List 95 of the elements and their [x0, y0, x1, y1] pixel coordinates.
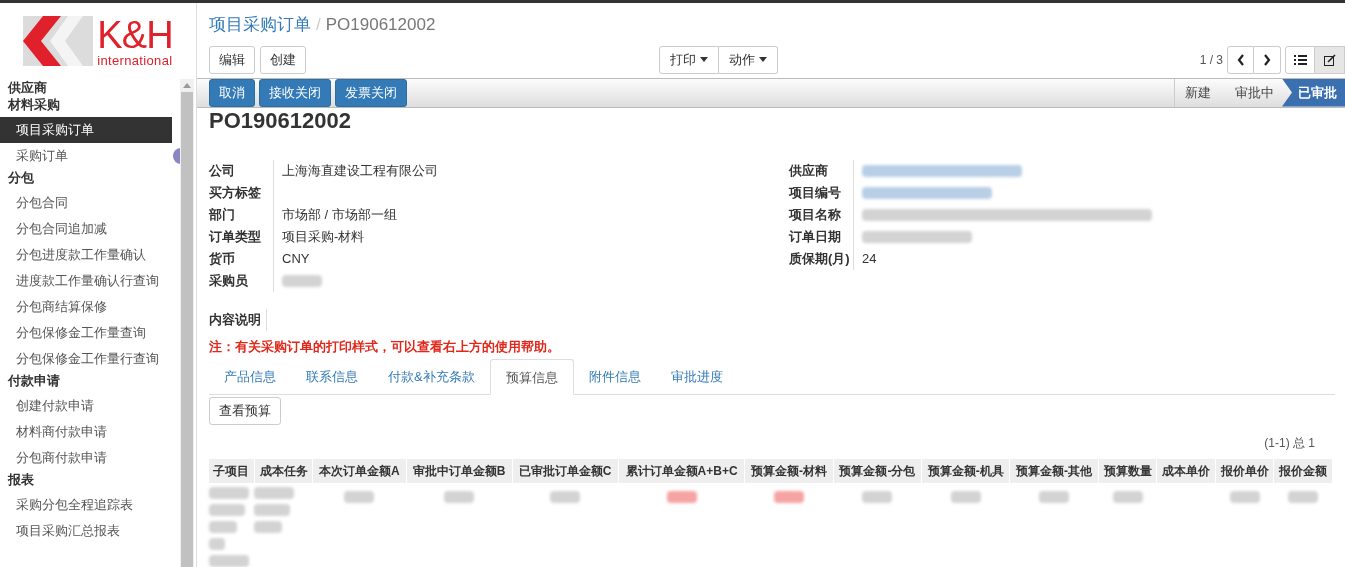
field-value: 市场部 / 市场部一组: [282, 205, 397, 224]
breadcrumb-current: PO190612002: [325, 15, 436, 34]
edit-icon: [1323, 53, 1336, 66]
blurred-value: [209, 504, 245, 516]
column-header[interactable]: 预算金额-机具: [921, 459, 1010, 483]
sidebar-item[interactable]: 项目采购订单: [0, 117, 172, 143]
blurred-value: [209, 521, 237, 533]
field-label: 项目编号: [789, 183, 842, 202]
sidebar-section-title: 分包: [7, 169, 35, 187]
sidebar-item[interactable]: 分包保修金工作量查询: [0, 320, 172, 346]
column-header[interactable]: 审批中订单金额B: [406, 459, 513, 483]
view-button[interactable]: [1285, 45, 1315, 74]
breadcrumb-separator: /: [316, 15, 321, 34]
field-label: 供应商: [789, 161, 829, 180]
previous-button[interactable]: [1227, 45, 1254, 74]
tab[interactable]: 预算信息: [489, 359, 574, 395]
view-budget-button[interactable]: 查看预算: [209, 397, 281, 425]
field-label: 质保期(月): [789, 249, 851, 268]
sidebar-item[interactable]: 创建付款申请: [0, 393, 172, 419]
column-header[interactable]: 预算数量: [1098, 459, 1157, 483]
scrollbar[interactable]: [180, 79, 194, 567]
tab[interactable]: 产品信息: [209, 359, 291, 395]
logo-subtitle: international: [97, 53, 173, 67]
field-label: 采购员: [209, 271, 249, 290]
sidebar-item[interactable]: 分包商付款申请: [0, 445, 172, 471]
blurred-value: [209, 538, 225, 550]
pager-text: 1 / 3: [1199, 51, 1223, 69]
sidebar-section-title: 供应商: [6, 79, 48, 96]
action-button[interactable]: 发票关闭: [335, 78, 407, 107]
print-note: 注：有关采购订单的打印样式，可以查看右上方的使用帮助。: [209, 337, 561, 356]
logo-brand: K&H: [97, 15, 173, 54]
sidebar-item[interactable]: 采购订单: [0, 143, 172, 169]
toolbar-button[interactable]: 创建: [260, 45, 306, 74]
field-value: 上海海直建设工程有限公司: [282, 161, 438, 180]
column-header[interactable]: 本次订单金额A: [312, 459, 407, 483]
column-header[interactable]: 报价金额: [1273, 459, 1333, 483]
table-pager: (1-1) 总 1: [1264, 436, 1315, 450]
column-header[interactable]: 预算金额-分包: [833, 459, 922, 483]
next-button[interactable]: [1254, 45, 1281, 74]
stage-step[interactable]: 已审批: [1282, 78, 1345, 107]
field-value: CNY: [282, 249, 310, 268]
stage-step[interactable]: 审批中: [1219, 78, 1282, 107]
sidebar-item[interactable]: 材料商付款申请: [0, 419, 172, 445]
chevron-right-icon: [1263, 53, 1271, 66]
sidebar-item[interactable]: 分包进度款工作量确认: [0, 242, 172, 268]
column-header[interactable]: 累计订单金额A+B+C: [618, 459, 745, 483]
list-icon: [1293, 54, 1307, 65]
stage-step[interactable]: 新建: [1174, 78, 1219, 107]
sidebar-item[interactable]: 进度款工作量确认行查询: [0, 268, 172, 294]
view-button[interactable]: [1315, 45, 1345, 74]
field-value: 项目采购-材料: [282, 227, 365, 246]
field-label: 部门: [209, 205, 236, 224]
blurred-value: [254, 521, 283, 533]
column-header[interactable]: 报价单价: [1215, 459, 1274, 483]
breadcrumb-link[interactable]: 项目采购订单: [209, 15, 311, 34]
field-label: 公司: [209, 161, 236, 180]
caret-icon: [700, 57, 708, 63]
column-header[interactable]: 子项目: [209, 459, 255, 483]
sidebar-section-title: 报表: [6, 471, 35, 489]
record-title: PO190612002: [209, 107, 352, 134]
field-label: 买方标签: [209, 183, 262, 202]
dropdown-button[interactable]: 动作: [719, 45, 778, 74]
sidebar-item[interactable]: 采购分包全程追踪表: [0, 492, 172, 518]
field-label: 项目名称: [789, 205, 842, 224]
sidebar-item[interactable]: 分包保修金工作量行查询: [0, 346, 172, 372]
blurred-value: [282, 274, 322, 287]
field-label: 订单日期: [789, 227, 842, 246]
field-value: 24: [862, 249, 877, 268]
toolbar-button[interactable]: 编辑: [209, 45, 255, 74]
sidebar-item[interactable]: 分包合同: [0, 190, 172, 216]
action-button[interactable]: 取消: [209, 78, 255, 107]
field-label: 内容说明: [209, 310, 262, 329]
blurred-value: [254, 504, 291, 516]
tab[interactable]: 付款&补充条款: [373, 359, 490, 395]
blurred-value: [209, 555, 249, 567]
tab[interactable]: 附件信息: [573, 359, 656, 395]
chevron-left-icon: [1236, 53, 1245, 66]
column-header[interactable]: 预算金额-其他: [1009, 459, 1099, 483]
dropdown-button[interactable]: 打印: [659, 45, 719, 74]
column-header[interactable]: 成本任务: [254, 459, 313, 483]
tab[interactable]: 联系信息: [291, 359, 373, 395]
field-label: 货币: [209, 249, 236, 268]
tab[interactable]: 审批进度: [655, 359, 738, 395]
caret-icon: [759, 57, 767, 63]
field-label: 订单类型: [209, 227, 262, 246]
sidebar-item[interactable]: 项目采购汇总报表: [0, 518, 172, 544]
sidebar-section-title: 材料采购: [7, 96, 61, 114]
column-header[interactable]: 成本单价: [1156, 459, 1216, 483]
sidebar-item[interactable]: 分包商结算保修: [0, 294, 172, 320]
sidebar-item[interactable]: 分包合同追加减: [0, 216, 172, 242]
column-header[interactable]: 预算金额-材料: [744, 459, 834, 483]
logo-chevron-icon: [23, 16, 94, 66]
column-header[interactable]: 已审批订单金额C: [512, 459, 619, 483]
sidebar-section-title: 付款申请: [6, 372, 61, 390]
action-button[interactable]: 接收关闭: [259, 78, 331, 107]
